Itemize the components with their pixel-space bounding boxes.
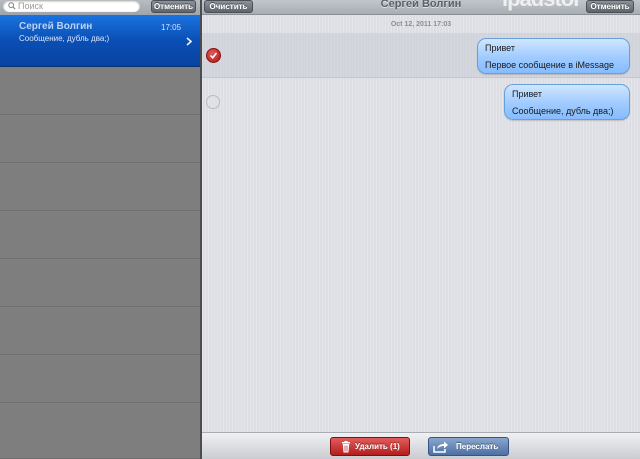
conversation-pane: Очистить Сергей Волгин Отменить ipadstor… [202, 0, 640, 459]
conversation-item-selected[interactable]: Сергей Волгин 17:05 Сообщение, дубль два… [0, 15, 200, 67]
search-icon [8, 2, 16, 10]
check-icon [209, 52, 218, 60]
cancel-edit-button[interactable]: Отменить [586, 0, 634, 13]
empty-list-row [0, 163, 200, 211]
delete-button-label: Удалить (1) [355, 442, 400, 451]
conversation-contact-name: Сергей Волгин [19, 21, 93, 32]
message-line: Привет [512, 89, 543, 99]
delete-button[interactable]: Удалить (1) [330, 437, 410, 456]
forward-button[interactable]: Переслать (1) [428, 437, 509, 456]
checkmark-selected-icon[interactable] [206, 48, 221, 63]
trash-icon [342, 441, 350, 453]
message-bubble: Привет Первое сообщение в iMessage [477, 38, 630, 74]
chevron-right-icon [186, 37, 192, 46]
empty-list-row [0, 307, 200, 355]
message-line: Первое сообщение в iMessage [485, 60, 615, 70]
message-bubble: Привет Сообщение, дубль два;) [504, 84, 630, 120]
conversation-sidebar: Поиск Отменить Сергей Волгин 17:05 Сообщ… [0, 0, 200, 459]
message-line: Привет [485, 43, 516, 53]
message-row-selected[interactable]: Привет Первое сообщение в iMessage [202, 33, 640, 78]
conversation-time: 17:05 [161, 23, 182, 32]
sidebar-search-bar: Поиск Отменить [0, 0, 200, 15]
search-placeholder: Поиск [18, 1, 43, 11]
empty-list-row [0, 67, 200, 115]
empty-list-row [0, 211, 200, 259]
share-arrow-icon [433, 441, 448, 453]
empty-list-row [0, 259, 200, 307]
forward-button-label: Переслать (1) [456, 442, 499, 451]
edit-toolbar: Удалить (1) Переслать (1) [202, 432, 640, 459]
empty-list-row [0, 115, 200, 163]
message-row[interactable]: Привет Сообщение, дубль два;) [202, 79, 640, 122]
empty-list-row [0, 403, 200, 459]
checkbox-empty-icon[interactable] [206, 95, 220, 109]
empty-list-row [0, 355, 200, 403]
conversation-preview: Сообщение, дубль два;) [19, 34, 110, 43]
watermark: ipadstor [502, 0, 582, 12]
cancel-search-button[interactable]: Отменить [151, 0, 196, 13]
search-input[interactable]: Поиск [3, 0, 140, 12]
message-line: Сообщение, дубль два;) [512, 106, 614, 116]
message-timestamp: Oct 12, 2011 17:03 [390, 21, 452, 28]
